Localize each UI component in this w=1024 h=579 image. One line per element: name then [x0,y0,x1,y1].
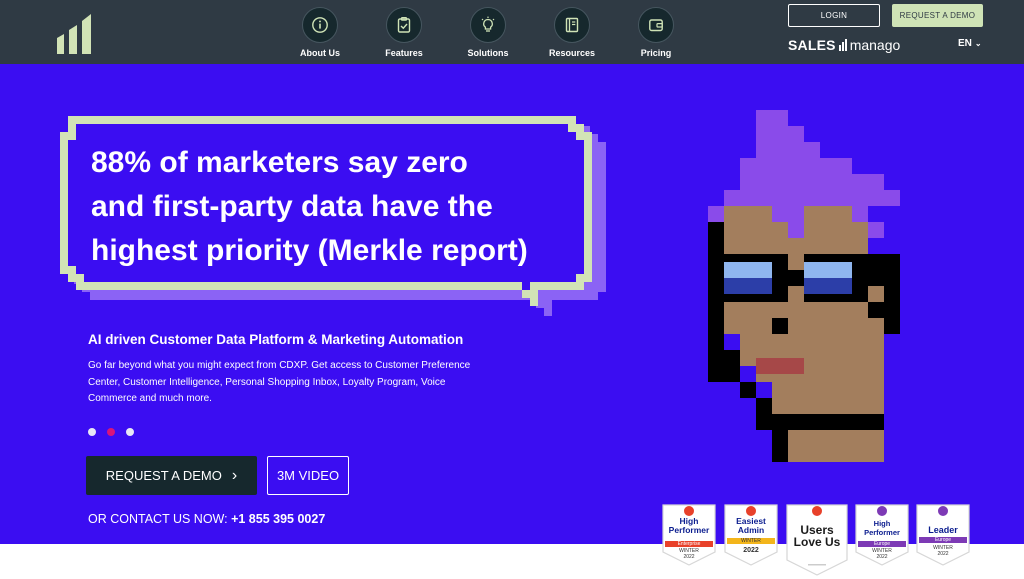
hero-subtitle: AI driven Customer Data Platform & Marke… [88,332,464,347]
contact-phone-link[interactable]: +1 855 395 0027 [231,512,325,526]
nav-item-about-us[interactable]: About Us [278,7,362,58]
language-label: EN [958,38,972,49]
nav-label-resources: Resources [548,48,596,58]
carousel-dots [88,428,145,436]
contact-line: OR CONTACT US NOW: +1 855 395 0027 [88,512,325,526]
badge-easiest-admin[interactable]: Easiest Admin WINTER 2022 [724,504,778,566]
pixel-art-character [708,110,900,462]
hero-section: 88% of marketers say zero and first-part… [0,64,1024,544]
top-navigation-bar: About Us Features Solutions Resources Pr… [0,0,1024,64]
carousel-dot-1[interactable] [88,428,96,436]
nav-label-features: Features [385,48,423,58]
info-icon [302,7,338,43]
hero-headline-line-3: highest priority (Merkle report) [91,234,528,267]
page: About Us Features Solutions Resources Pr… [0,0,1024,579]
carousel-dot-2[interactable] [107,428,115,436]
request-demo-button[interactable]: REQUEST A DEMO › [86,456,257,495]
badge-1-band: Enterprise [677,541,701,547]
badge-4-year: 2022 [876,554,888,560]
badge-high-performer-enterprise[interactable]: High Performer Enterprise WINTER 2022 [662,504,716,566]
badge-1-title-2: Performer [668,525,710,535]
brand-bars-icon [838,39,848,51]
nav-label-pricing: Pricing [640,48,672,58]
lightbulb-icon [470,7,506,43]
badge-5-title-1: Leader [928,525,958,535]
badge-2-band: WINTER [741,538,761,544]
nav-item-resources[interactable]: Resources [530,7,614,58]
badge-high-performer-europe[interactable]: High Performer Europe WINTER 2022 [855,504,909,566]
badge-1-year: 2022 [683,554,695,560]
hero-description: Go far beyond what you might expect from… [88,360,471,404]
salesmanago-logo-icon[interactable] [56,10,96,56]
wallet-icon [638,7,674,43]
badge-2-year: 2022 [743,547,759,554]
nav-item-solutions[interactable]: Solutions [446,7,530,58]
badge-4-band: Europe [873,541,891,547]
hero-headline-line-1: 88% of marketers say zero [91,146,468,179]
brand-sales-text: SALES [788,37,836,53]
contact-prefix: OR CONTACT US NOW: [88,512,228,526]
nav-label-solutions: Solutions [467,48,509,58]
book-icon [554,7,590,43]
badge-2-title-2: Admin [737,525,765,535]
salesmanago-wordmark[interactable]: SALES manago [788,37,900,53]
brand-manago-text: manago [849,37,901,53]
hero-headline-line-2: and first-party data have the [91,190,493,223]
nav-item-pricing[interactable]: Pricing [614,7,698,58]
badge-3-title-2: Love Us [793,535,841,549]
badge-5-band: Europe [934,537,952,543]
chevron-right-icon: › [231,466,238,484]
nav-item-features[interactable]: Features [362,7,446,58]
badge-users-love-us[interactable]: Users Love Us [786,504,848,576]
language-selector[interactable]: EN ⌄ [958,38,982,49]
hero-headline: 88% of marketers say zero and first-part… [91,141,591,273]
nav-label-about-us: About Us [300,48,340,58]
badge-4-title-1: High [873,519,891,528]
request-demo-top-button[interactable]: REQUEST A DEMO [892,4,983,27]
badge-leader-europe[interactable]: Leader Europe WINTER 2022 [916,504,970,566]
video-button[interactable]: 3M VIDEO [267,456,349,495]
chevron-down-icon: ⌄ [974,39,982,48]
badge-4-title-2: Performer [864,528,900,537]
badge-5-year: 2022 [937,551,949,557]
login-button[interactable]: LOGIN [788,4,880,27]
main-nav: About Us Features Solutions Resources Pr… [278,7,698,58]
clipboard-check-icon [386,7,422,43]
carousel-dot-3[interactable] [126,428,134,436]
request-demo-label: REQUEST A DEMO [105,468,222,483]
